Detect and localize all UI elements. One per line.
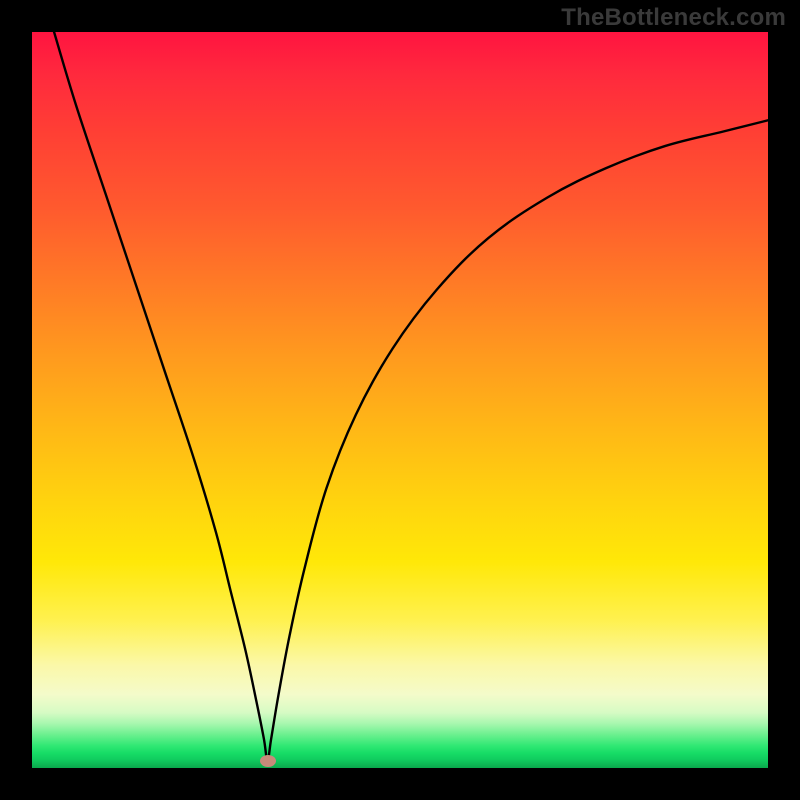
chart-frame: TheBottleneck.com bbox=[0, 0, 800, 800]
curve-path bbox=[54, 32, 768, 761]
optimum-marker bbox=[260, 755, 276, 767]
plot-area bbox=[32, 32, 768, 768]
watermark-text: TheBottleneck.com bbox=[561, 4, 786, 32]
bottleneck-curve bbox=[32, 32, 768, 768]
